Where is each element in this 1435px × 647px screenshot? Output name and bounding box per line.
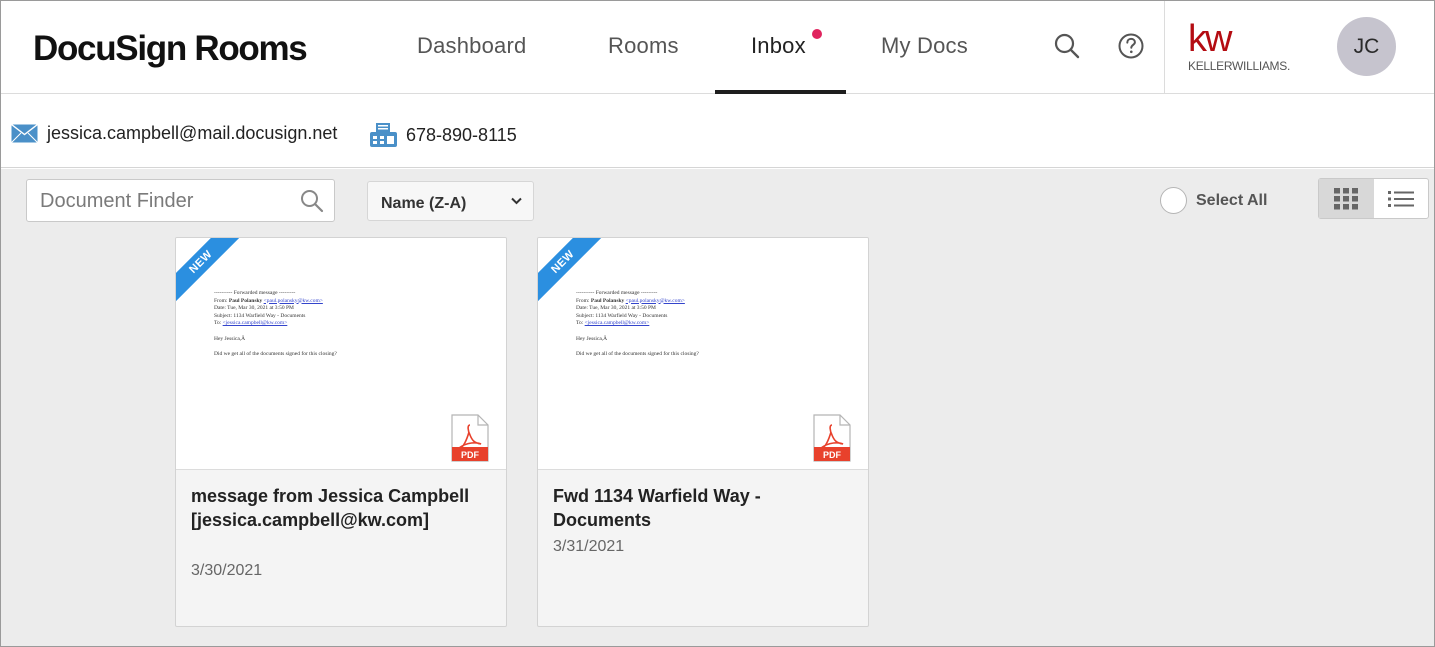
view-toggle bbox=[1318, 178, 1429, 219]
grid-view-icon bbox=[1334, 187, 1359, 209]
search-icon[interactable] bbox=[1053, 32, 1081, 60]
document-card[interactable]: NEW ---------- Forwarded message -------… bbox=[175, 237, 507, 627]
list-view-icon bbox=[1387, 190, 1414, 207]
document-finder[interactable] bbox=[26, 179, 335, 222]
kw-mark: kw bbox=[1188, 18, 1232, 60]
grid-view-button[interactable] bbox=[1319, 179, 1374, 218]
search-icon[interactable] bbox=[300, 189, 324, 213]
document-finder-input[interactable] bbox=[40, 190, 290, 213]
tab-my-docs[interactable]: My Docs bbox=[881, 33, 968, 59]
pdf-icon: PDF bbox=[813, 414, 851, 462]
document-date: 3/30/2021 bbox=[191, 562, 263, 579]
kw-wordmark: KELLERWILLIAMS. bbox=[1188, 59, 1290, 73]
email-preview: ---------- Forwarded message --------- F… bbox=[576, 290, 699, 357]
fax-number: 678-890-8115 bbox=[406, 124, 517, 145]
keller-williams-logo: kw KELLERWILLIAMS. bbox=[1188, 18, 1298, 75]
top-navbar: DocuSign Rooms Dashboard Rooms Inbox My … bbox=[1, 1, 1434, 94]
list-view-button[interactable] bbox=[1374, 179, 1429, 218]
select-all-radio[interactable] bbox=[1160, 187, 1187, 214]
select-all-toggle[interactable]: Select All bbox=[1160, 187, 1267, 214]
tab-dashboard[interactable]: Dashboard bbox=[417, 33, 526, 59]
sort-dropdown[interactable]: Name (Z-A) bbox=[367, 181, 534, 221]
email-preview: ---------- Forwarded message --------- F… bbox=[214, 290, 337, 357]
documents-area: Name (Z-A) Select All bbox=[1, 169, 1434, 646]
help-icon[interactable] bbox=[1118, 32, 1146, 60]
pdf-icon: PDF bbox=[451, 414, 489, 462]
active-tab-indicator bbox=[715, 90, 846, 94]
avatar[interactable]: JC bbox=[1337, 17, 1396, 76]
tab-inbox[interactable]: Inbox bbox=[751, 33, 806, 59]
tab-rooms[interactable]: Rooms bbox=[608, 33, 679, 59]
email-icon bbox=[11, 124, 38, 143]
document-title[interactable]: message from Jessica Campbell [jessica.c… bbox=[191, 484, 491, 532]
email-contact[interactable]: jessica.campbell@mail.docusign.net bbox=[11, 123, 337, 144]
document-title[interactable]: Fwd 1134 Warfield Way - Documents bbox=[553, 484, 853, 532]
document-card[interactable]: NEW ---------- Forwarded message -------… bbox=[537, 237, 869, 627]
fax-contact[interactable]: 678-890-8115 bbox=[370, 123, 517, 147]
document-thumbnail[interactable]: NEW ---------- Forwarded message -------… bbox=[538, 238, 868, 470]
svg-text:PDF: PDF bbox=[823, 450, 842, 460]
app-window: DocuSign Rooms Dashboard Rooms Inbox My … bbox=[0, 0, 1435, 647]
email-address: jessica.campbell@mail.docusign.net bbox=[47, 123, 338, 143]
select-all-label: Select All bbox=[1196, 191, 1268, 209]
header-divider bbox=[1164, 1, 1165, 94]
chevron-down-icon bbox=[511, 197, 522, 205]
brand-logo[interactable]: DocuSign Rooms bbox=[33, 29, 308, 69]
inbox-notification-dot bbox=[812, 29, 822, 39]
sort-value: Name (Z-A) bbox=[381, 195, 467, 212]
document-thumbnail[interactable]: NEW ---------- Forwarded message -------… bbox=[176, 238, 506, 470]
contact-bar: jessica.campbell@mail.docusign.net 678-8… bbox=[1, 95, 1434, 168]
fax-icon bbox=[370, 123, 397, 147]
document-date: 3/31/2021 bbox=[553, 538, 625, 555]
svg-text:PDF: PDF bbox=[461, 450, 480, 460]
